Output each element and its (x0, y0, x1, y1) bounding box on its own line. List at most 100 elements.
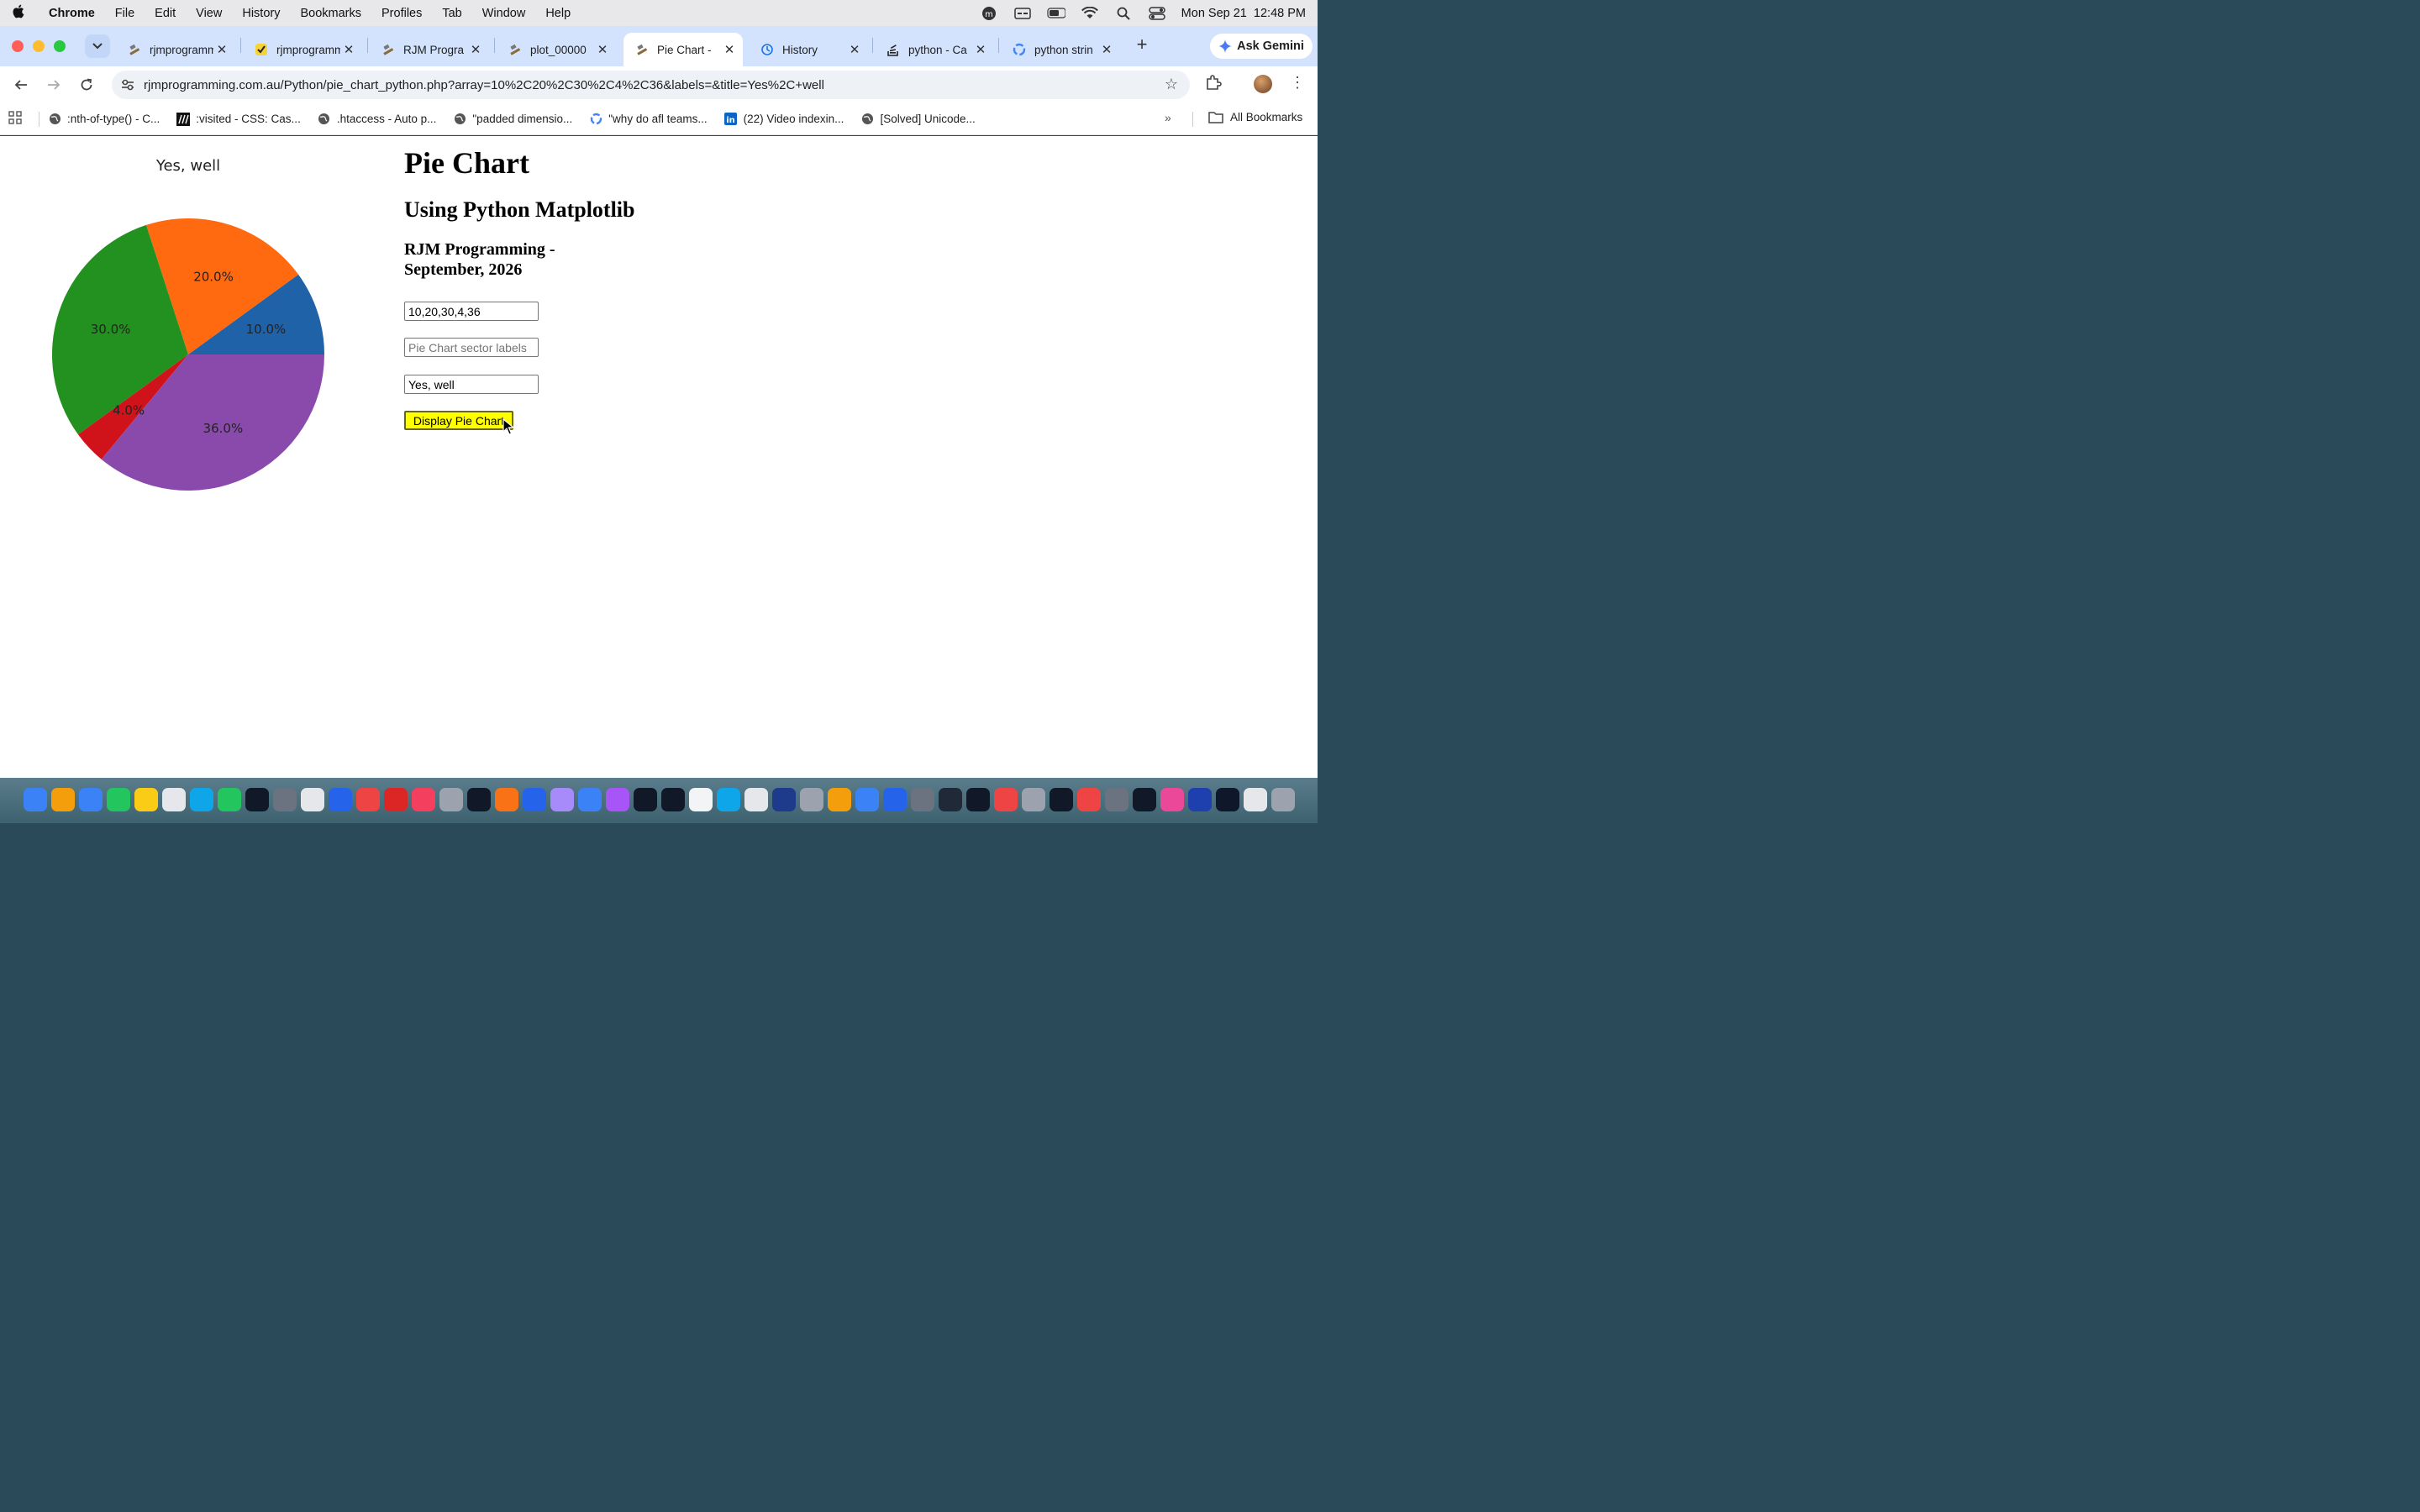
bookmark-item[interactable]: [Solved] Unicode... (860, 113, 976, 126)
dock-app-icon[interactable] (1105, 788, 1128, 811)
new-tab-button[interactable]: + (1131, 34, 1153, 56)
labels-input[interactable] (404, 338, 539, 357)
dock-app-icon[interactable] (634, 788, 657, 811)
spotlight-search-icon[interactable] (1114, 7, 1133, 20)
menu-bar-clock[interactable]: Mon Sep 21 12:48 PM (1181, 7, 1306, 20)
dock-app-icon[interactable] (744, 788, 768, 811)
menu-file[interactable]: File (105, 7, 145, 20)
menu-view[interactable]: View (186, 7, 232, 20)
forward-button[interactable] (42, 73, 66, 97)
dock-app-icon[interactable] (717, 788, 740, 811)
site-info-icon[interactable] (112, 79, 144, 91)
dock-app-icon[interactable] (994, 788, 1018, 811)
dock-app-icon[interactable] (356, 788, 380, 811)
dock-app-icon[interactable] (939, 788, 962, 811)
tab-rjm-programming[interactable]: RJM Progra ✕ (370, 33, 489, 66)
bookmark-item[interactable]: "why do afl teams... (589, 113, 708, 126)
dock-app-icon[interactable] (495, 788, 518, 811)
window-close-button[interactable] (12, 40, 24, 52)
address-bar[interactable]: rjmprogramming.com.au/Python/pie_chart_p… (112, 71, 1190, 99)
dock-app-icon[interactable] (966, 788, 990, 811)
display-pie-chart-button[interactable]: Display Pie Chart (404, 411, 513, 430)
tab-history[interactable]: History ✕ (749, 33, 868, 66)
menu-bookmarks[interactable]: Bookmarks (290, 7, 371, 20)
tab-rjmprogramming-2[interactable]: rjmprogramm ✕ (243, 33, 362, 66)
window-zoom-button[interactable] (54, 40, 66, 52)
dock-app-icon[interactable] (1188, 788, 1212, 811)
dock-app-icon[interactable] (1160, 788, 1184, 811)
ask-gemini-button[interactable]: Ask Gemini (1210, 34, 1313, 59)
dock-app-icon[interactable] (772, 788, 796, 811)
dock-app-icon[interactable] (1077, 788, 1101, 811)
dock-app-icon[interactable] (51, 788, 75, 811)
menu-edit[interactable]: Edit (145, 7, 186, 20)
bookmark-star-icon[interactable]: ☆ (1165, 76, 1178, 93)
profile-avatar[interactable] (1254, 75, 1272, 93)
window-minimize-button[interactable] (33, 40, 45, 52)
close-icon[interactable]: ✕ (1098, 42, 1115, 57)
more-bookmarks-chevron-icon[interactable]: » (1165, 111, 1171, 124)
menu-history[interactable]: History (232, 7, 290, 20)
messenger-status-icon[interactable]: m (980, 6, 998, 20)
dock-app-icon[interactable] (1022, 788, 1045, 811)
tab-plot[interactable]: plot_00000 ✕ (497, 33, 616, 66)
tab-python-strin[interactable]: python strin ✕ (1001, 33, 1120, 66)
dock-app-icon[interactable] (273, 788, 297, 811)
caption-status-icon[interactable] (1013, 7, 1032, 20)
dock-app-icon[interactable] (329, 788, 352, 811)
bookmark-item[interactable]: :visited - CSS: Cas... (176, 112, 301, 126)
menu-window[interactable]: Window (472, 7, 536, 20)
close-icon[interactable]: ✕ (467, 42, 484, 57)
dock-app-icon[interactable] (162, 788, 186, 811)
dock-app-icon[interactable] (523, 788, 546, 811)
dock-app-icon[interactable] (661, 788, 685, 811)
bookmark-item[interactable]: "padded dimensio... (453, 113, 572, 126)
dock-app-icon[interactable] (606, 788, 629, 811)
close-icon[interactable]: ✕ (972, 42, 989, 57)
dock-app-icon[interactable] (245, 788, 269, 811)
close-icon[interactable]: ✕ (594, 42, 611, 57)
menu-tab[interactable]: Tab (432, 7, 471, 20)
dock-app-icon[interactable] (107, 788, 130, 811)
menu-app-name[interactable]: Chrome (37, 7, 105, 20)
dock-app-icon[interactable] (1216, 788, 1239, 811)
bookmark-item[interactable]: in (22) Video indexin... (724, 113, 844, 126)
extensions-puzzle-icon[interactable] (1205, 74, 1222, 95)
dock-app-icon[interactable] (439, 788, 463, 811)
dock-app-icon[interactable] (301, 788, 324, 811)
dock-app-icon[interactable] (134, 788, 158, 811)
dock-app-icon[interactable] (1050, 788, 1073, 811)
dock-app-icon[interactable] (190, 788, 213, 811)
tab-rjmprogramming-1[interactable]: rjmprogramm ✕ (116, 33, 235, 66)
dock-app-icon[interactable] (550, 788, 574, 811)
dock-app-icon[interactable] (689, 788, 713, 811)
menu-profiles[interactable]: Profiles (371, 7, 432, 20)
dock-app-icon[interactable] (1244, 788, 1267, 811)
title-input[interactable] (404, 375, 539, 394)
close-icon[interactable]: ✕ (340, 42, 357, 57)
battery-icon[interactable] (1047, 7, 1065, 20)
bookmark-item[interactable]: :nth-of-type() - C... (48, 113, 160, 126)
dock-app-icon[interactable] (828, 788, 851, 811)
back-button[interactable] (9, 73, 33, 97)
apps-grid-icon[interactable] (8, 110, 27, 128)
tab-python-ca[interactable]: python - Ca ✕ (875, 33, 994, 66)
dock-app-icon[interactable] (911, 788, 934, 811)
close-icon[interactable]: ✕ (846, 42, 863, 57)
dock-app-icon[interactable] (883, 788, 907, 811)
dock-app-icon[interactable] (800, 788, 823, 811)
close-icon[interactable]: ✕ (721, 42, 738, 57)
menu-help[interactable]: Help (535, 7, 581, 20)
close-icon[interactable]: ✕ (213, 42, 230, 57)
dock-app-icon[interactable] (578, 788, 602, 811)
apple-menu-icon[interactable] (0, 4, 37, 23)
dock-app-icon[interactable] (24, 788, 47, 811)
address-url[interactable]: rjmprogramming.com.au/Python/pie_chart_p… (144, 78, 824, 92)
dock-app-icon[interactable] (855, 788, 879, 811)
dock-app-icon[interactable] (467, 788, 491, 811)
wifi-icon[interactable] (1081, 7, 1099, 20)
bookmark-item[interactable]: .htaccess - Auto p... (318, 113, 436, 126)
values-input[interactable] (404, 302, 539, 321)
dock-app-icon[interactable] (412, 788, 435, 811)
reload-button[interactable] (75, 73, 98, 97)
